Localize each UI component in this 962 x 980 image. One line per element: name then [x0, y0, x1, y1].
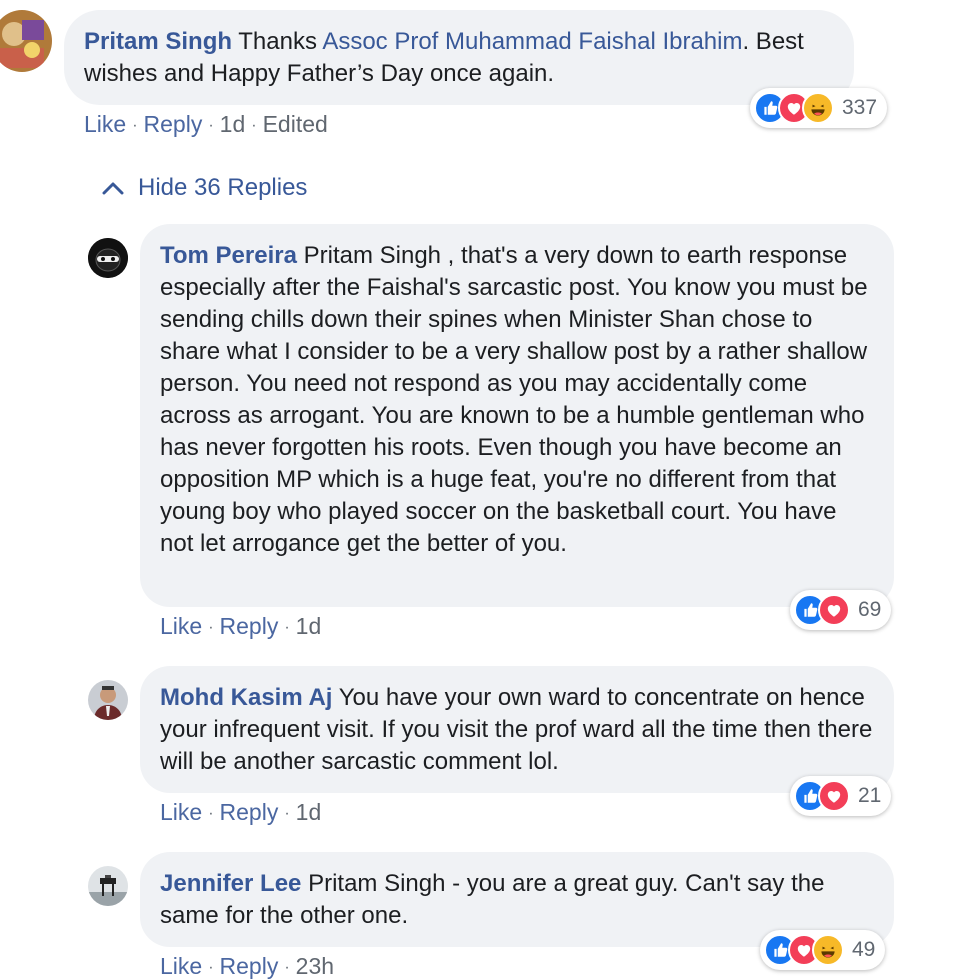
edited-label[interactable]: Edited [263, 111, 328, 137]
comment-text: Pritam Singh , that's a very down to ear… [160, 242, 868, 557]
avatar[interactable] [88, 866, 128, 906]
timestamp[interactable]: 1d [296, 613, 322, 639]
reply-button[interactable]: Reply [220, 799, 279, 825]
comment-author[interactable]: Pritam Singh [84, 28, 232, 55]
comment-author[interactable]: Jennifer Lee [160, 870, 301, 897]
comment-bubble: Pritam Singh Thanks Assoc Prof Muhammad … [64, 10, 854, 105]
reaction-count: 49 [852, 938, 876, 961]
separator: · [208, 618, 214, 636]
comment-bubble: Tom Pereira Pritam Singh , that's a very… [140, 224, 894, 607]
like-button[interactable]: Like [84, 111, 126, 137]
hide-replies-label: Hide 36 Replies [138, 174, 308, 201]
love-icon [818, 594, 850, 626]
reaction-summary[interactable]: 49 [760, 930, 886, 970]
hide-replies-button[interactable]: Hide 36 Replies [102, 174, 307, 202]
like-button[interactable]: Like [160, 953, 202, 979]
like-button[interactable]: Like [160, 799, 202, 825]
separator: · [208, 804, 214, 822]
separator: · [208, 958, 214, 976]
avatar[interactable] [88, 680, 128, 720]
comment-actions: Like · Reply · 23h [160, 953, 334, 980]
reply-button[interactable]: Reply [220, 613, 279, 639]
timestamp[interactable]: 1d [220, 111, 246, 137]
reply-button[interactable]: Reply [144, 111, 203, 137]
reaction-count: 337 [842, 96, 878, 119]
separator: · [284, 618, 290, 636]
reaction-count: 69 [858, 598, 882, 621]
comment-text: Thanks [238, 28, 323, 55]
separator: · [251, 116, 257, 134]
timestamp[interactable]: 23h [296, 953, 334, 979]
reaction-summary[interactable]: 337 [750, 88, 888, 128]
reaction-count: 21 [858, 784, 882, 807]
reply-button[interactable]: Reply [220, 953, 279, 979]
reaction-summary[interactable]: 21 [790, 776, 892, 816]
separator: · [132, 116, 138, 134]
avatar[interactable] [88, 238, 128, 278]
like-button[interactable]: Like [160, 613, 202, 639]
haha-icon [812, 934, 844, 966]
mention-link[interactable]: Assoc Prof Muhammad Faishal Ibrahim [322, 28, 742, 55]
comment-actions: Like · Reply · 1d [160, 613, 321, 640]
timestamp[interactable]: 1d [296, 799, 322, 825]
haha-icon [802, 92, 834, 124]
love-icon [818, 780, 850, 812]
separator: · [284, 804, 290, 822]
separator: · [284, 958, 290, 976]
chevron-up-icon [102, 182, 124, 195]
comment-author[interactable]: Tom Pereira [160, 242, 297, 269]
reaction-summary[interactable]: 69 [790, 590, 892, 630]
comment-author[interactable]: Mohd Kasim Aj [160, 684, 332, 711]
avatar[interactable] [0, 10, 52, 72]
comment-actions: Like · Reply · 1d · Edited [84, 111, 328, 138]
separator: · [208, 116, 214, 134]
comment-actions: Like · Reply · 1d [160, 799, 321, 826]
comment-bubble: Mohd Kasim Aj You have your own ward to … [140, 666, 894, 793]
